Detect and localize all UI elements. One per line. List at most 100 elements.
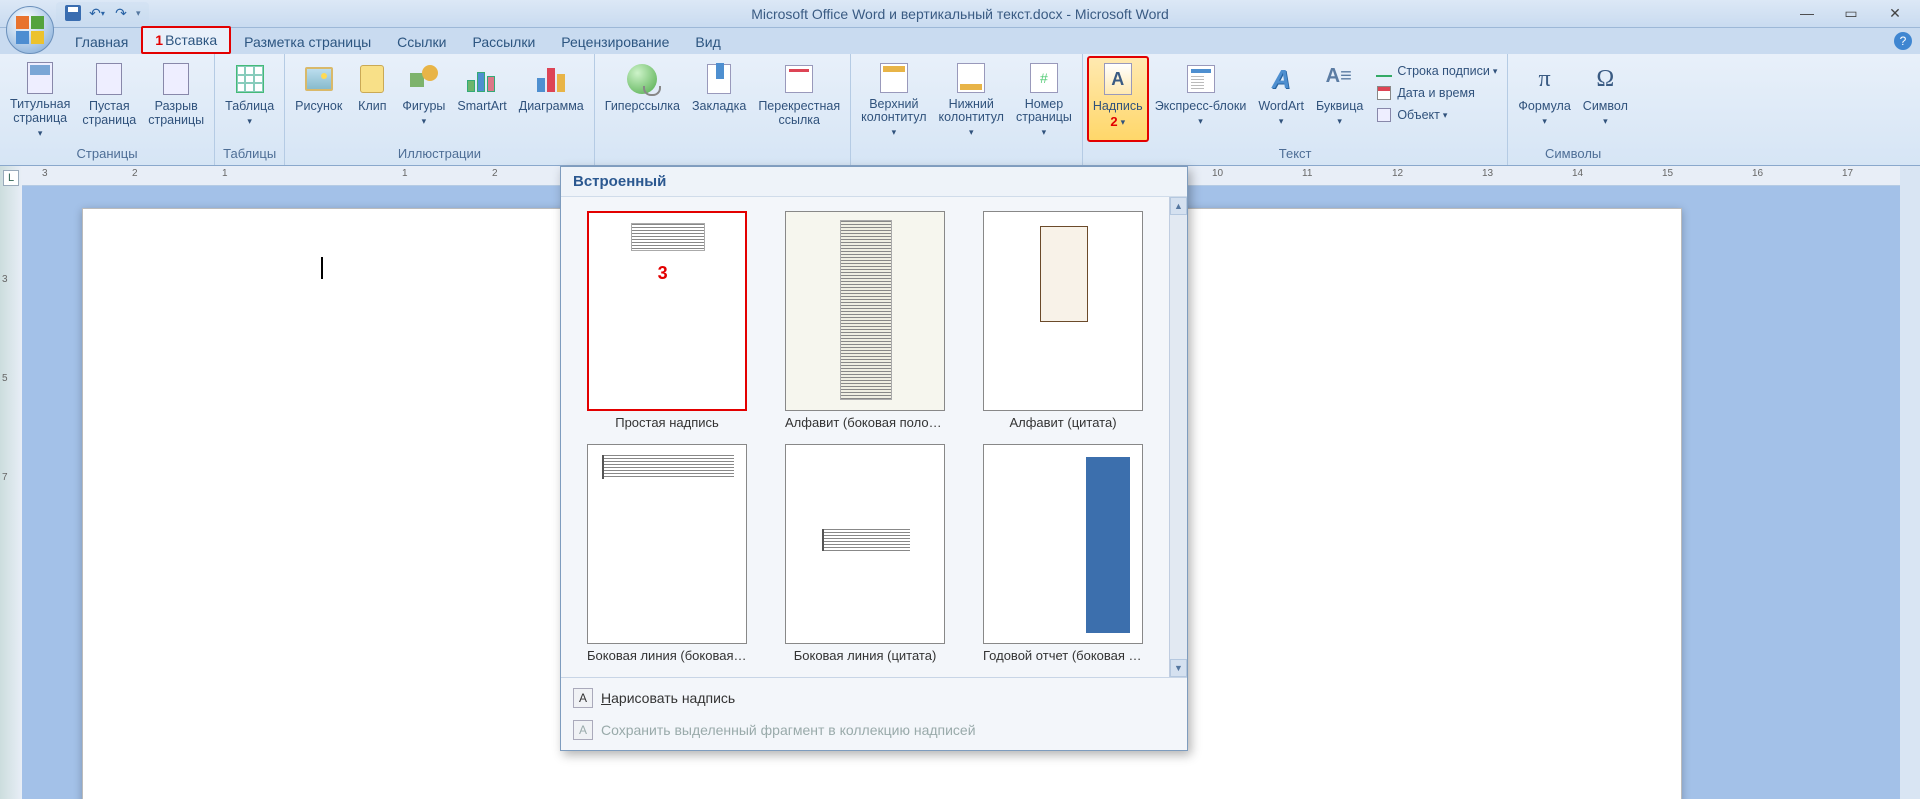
gallery-item-alpha-quote[interactable]: Алфавит (цитата) bbox=[967, 207, 1159, 434]
blank-page-button[interactable]: Пустая страница bbox=[76, 56, 142, 142]
smartart-icon bbox=[465, 62, 499, 96]
hyperlink-button[interactable]: Гиперссылка bbox=[599, 56, 686, 142]
object-button[interactable]: Объект ▾ bbox=[1371, 104, 1501, 126]
window-title: Microsoft Office Word и вертикальный тек… bbox=[751, 6, 1169, 22]
gallery-item-annual-sidebar[interactable]: Годовой отчет (боковая полоса) bbox=[967, 440, 1159, 667]
header-button[interactable]: Верхний колонтитул▾ bbox=[855, 56, 932, 142]
table-icon bbox=[233, 62, 267, 96]
group-text: A Надпись 2▾ Экспресс-блоки▾ A WordArt▾ … bbox=[1083, 54, 1509, 165]
clip-button[interactable]: Клип bbox=[348, 56, 396, 142]
crossref-icon bbox=[782, 62, 816, 96]
header-icon bbox=[877, 62, 911, 94]
datetime-button[interactable]: Дата и время bbox=[1371, 82, 1501, 104]
textbox-button[interactable]: A Надпись 2▾ bbox=[1087, 56, 1149, 142]
scroll-down-icon[interactable]: ▼ bbox=[1170, 659, 1187, 677]
help-icon[interactable]: ? bbox=[1894, 32, 1912, 50]
tab-page-layout[interactable]: Разметка страницы bbox=[231, 29, 384, 54]
tab-mailings[interactable]: Рассылки bbox=[459, 29, 548, 54]
bookmark-button[interactable]: Закладка bbox=[686, 56, 752, 142]
gallery-scrollbar[interactable]: ▲ ▼ bbox=[1169, 197, 1187, 677]
pagenum-button[interactable]: # Номер страницы▾ bbox=[1010, 56, 1078, 142]
page-break-button[interactable]: Разрыв страницы bbox=[142, 56, 210, 142]
picture-icon bbox=[302, 62, 336, 96]
dropcap-icon: A≡ bbox=[1323, 62, 1357, 96]
clip-icon bbox=[355, 62, 389, 96]
vertical-ruler[interactable]: 357 bbox=[2, 186, 8, 483]
callout-1: 1 bbox=[155, 32, 163, 48]
draw-textbox-icon: A bbox=[573, 688, 593, 708]
quickparts-button[interactable]: Экспресс-блоки▾ bbox=[1149, 56, 1253, 142]
table-button[interactable]: Таблица▾ bbox=[219, 56, 280, 142]
gallery-item-simple[interactable]: 3 Простая надпись bbox=[571, 207, 763, 434]
gallery-grid: 3 Простая надпись Алфавит (боковая полос… bbox=[561, 197, 1169, 677]
date-icon bbox=[1375, 84, 1393, 102]
chart-button[interactable]: Диаграмма bbox=[513, 56, 590, 142]
sigline-button[interactable]: Строка подписи ▾ bbox=[1371, 60, 1501, 82]
omega-icon: Ω bbox=[1588, 62, 1622, 96]
tab-review[interactable]: Рецензирование bbox=[548, 29, 682, 54]
object-icon bbox=[1375, 106, 1393, 124]
undo-button[interactable]: ↶▾ bbox=[88, 4, 106, 22]
redo-button[interactable]: ↷ bbox=[112, 4, 130, 22]
draw-textbox-button[interactable]: A Нарисовать надпись bbox=[561, 682, 1187, 714]
globe-icon bbox=[625, 62, 659, 96]
tab-references[interactable]: Ссылки bbox=[384, 29, 459, 54]
gallery-footer: A Нарисовать надпись A Сохранить выделен… bbox=[561, 677, 1187, 750]
save-selection-icon: A bbox=[573, 720, 593, 740]
ribbon: Титульная страница▾ Пустая страница Разр… bbox=[0, 54, 1920, 166]
tab-selector[interactable]: L bbox=[3, 170, 19, 186]
text-cursor bbox=[321, 257, 323, 279]
group-illustrations: Рисунок Клип Фигуры▾ SmartArt Диаграмма … bbox=[285, 54, 595, 165]
tab-home[interactable]: Главная bbox=[62, 29, 141, 54]
equation-button[interactable]: π Формула▾ bbox=[1512, 56, 1576, 142]
symbol-button[interactable]: Ω Символ▾ bbox=[1577, 56, 1634, 142]
tab-view[interactable]: Вид bbox=[682, 29, 733, 54]
textbox-gallery: Встроенный 3 Простая надпись Алфавит (бо… bbox=[560, 166, 1188, 751]
tab-insert[interactable]: 1Вставка bbox=[141, 26, 231, 54]
gallery-item-alpha-sidebar[interactable]: Алфавит (боковая полоса) bbox=[769, 207, 961, 434]
callout-3: 3 bbox=[658, 263, 668, 284]
crossref-button[interactable]: Перекрестная ссылка bbox=[752, 56, 846, 142]
gallery-item-sideline-sidebar[interactable]: Боковая линия (боковая полоса) bbox=[571, 440, 763, 667]
title-bar: ↶▾ ↷ ▾ Microsoft Office Word и вертикаль… bbox=[0, 0, 1920, 28]
blank-page-icon bbox=[92, 62, 126, 96]
group-pages: Титульная страница▾ Пустая страница Разр… bbox=[0, 54, 215, 165]
shapes-button[interactable]: Фигуры▾ bbox=[396, 56, 451, 142]
scroll-up-icon[interactable]: ▲ bbox=[1170, 197, 1187, 215]
signature-icon bbox=[1375, 62, 1393, 80]
pagenum-icon: # bbox=[1027, 62, 1061, 94]
smartart-button[interactable]: SmartArt bbox=[451, 56, 512, 142]
dropcap-button[interactable]: A≡ Буквица▾ bbox=[1310, 56, 1369, 142]
cover-page-button[interactable]: Титульная страница▾ bbox=[4, 56, 76, 142]
maximize-button[interactable]: ▭ bbox=[1830, 2, 1872, 24]
chart-icon bbox=[534, 62, 568, 96]
page-break-icon bbox=[159, 62, 193, 96]
save-button[interactable] bbox=[64, 4, 82, 22]
ribbon-tabs: Главная 1Вставка Разметка страницы Ссылк… bbox=[0, 28, 1920, 54]
wordart-icon: A bbox=[1264, 62, 1298, 96]
bookmark-icon bbox=[702, 62, 736, 96]
close-button[interactable]: ✕ bbox=[1874, 2, 1916, 24]
quick-access-toolbar: ↶▾ ↷ ▾ bbox=[56, 2, 149, 24]
textbox-icon: A bbox=[1101, 62, 1135, 96]
wordart-button[interactable]: A WordArt▾ bbox=[1252, 56, 1310, 142]
shapes-icon bbox=[407, 62, 441, 96]
group-links: Гиперссылка Закладка Перекрестная ссылка… bbox=[595, 54, 851, 165]
quickparts-icon bbox=[1184, 62, 1218, 96]
footer-icon bbox=[954, 62, 988, 94]
minimize-button[interactable]: — bbox=[1786, 2, 1828, 24]
office-button[interactable] bbox=[6, 6, 54, 54]
gallery-item-sideline-quote[interactable]: Боковая линия (цитата) bbox=[769, 440, 961, 667]
picture-button[interactable]: Рисунок bbox=[289, 56, 348, 142]
group-tables: Таблица▾ Таблицы bbox=[215, 54, 285, 165]
office-logo-icon bbox=[16, 16, 44, 44]
footer-button[interactable]: Нижний колонтитул▾ bbox=[933, 56, 1010, 142]
group-headerfooter: Верхний колонтитул▾ Нижний колонтитул▾ #… bbox=[851, 54, 1083, 165]
cover-page-icon bbox=[23, 62, 57, 94]
pi-icon: π bbox=[1528, 62, 1562, 96]
vertical-scrollbar[interactable] bbox=[1900, 166, 1920, 799]
save-selection-button: A Сохранить выделенный фрагмент в коллек… bbox=[561, 714, 1187, 746]
gallery-header: Встроенный bbox=[561, 167, 1187, 197]
window-controls: — ▭ ✕ bbox=[1786, 2, 1916, 24]
callout-2: 2 bbox=[1110, 114, 1117, 129]
